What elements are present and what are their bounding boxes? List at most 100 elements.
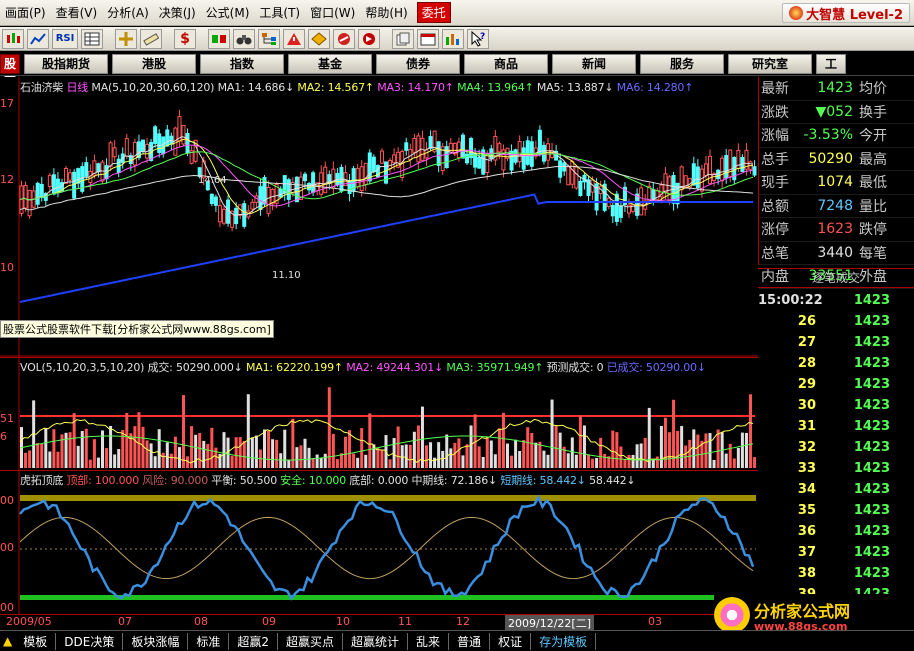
menu-item-decision[interactable]: 决策(J) — [154, 4, 201, 21]
tab-more[interactable]: 工 — [816, 53, 846, 74]
rsi-icon[interactable]: RSI — [52, 28, 78, 49]
volume-bar — [291, 418, 295, 468]
candle-body — [157, 133, 162, 153]
candle-body — [720, 157, 725, 182]
candle-body — [566, 166, 571, 186]
volume-bar — [275, 439, 279, 468]
copy-icon[interactable] — [392, 28, 414, 49]
menu-item-analysis[interactable]: 分析(A) — [102, 4, 154, 21]
vol-value: 已成交: 50290.00↓ — [606, 361, 706, 374]
volume-bar — [267, 430, 271, 468]
menu-item-help[interactable]: 帮助(H) — [360, 4, 412, 21]
quote-label: 量比 — [859, 198, 887, 215]
template-tab[interactable]: 权证 — [490, 632, 532, 650]
tab-index-futures[interactable]: 股指期货 — [24, 53, 108, 74]
candle-body — [695, 166, 700, 189]
tick-row: 34 1423 — [758, 479, 914, 500]
price-chart-pane[interactable]: 石油济柴 日线 MA(5,10,20,30,60,120) MA1: 14.68… — [0, 77, 758, 357]
diamond-icon[interactable] — [308, 28, 330, 49]
candle-body — [51, 174, 56, 195]
ruler-icon[interactable] — [140, 28, 162, 49]
tab-funds[interactable]: 基金 — [288, 53, 372, 74]
toolbar: RSI $ ? — [0, 27, 914, 51]
tab-research[interactable]: 研究室 — [728, 53, 812, 74]
short-term-line — [19, 494, 755, 601]
menu-item-tools[interactable]: 工具(T) — [254, 4, 305, 21]
tab-services[interactable]: 服务 — [640, 53, 724, 74]
entrust-button[interactable]: 委托 — [416, 2, 451, 23]
volume-bar — [157, 429, 161, 468]
binocular-icon[interactable] — [233, 28, 255, 49]
table-icon[interactable] — [81, 28, 103, 49]
alert-icon[interactable] — [283, 28, 305, 49]
volume-chart-pane[interactable]: VOL(5,10,20,3,5,10,20) 成交: 50290.000↓ MA… — [0, 357, 758, 471]
volume-bar — [744, 432, 748, 468]
template-tab[interactable]: 模板 — [15, 632, 57, 650]
volume-bar — [161, 452, 165, 468]
candle-body — [562, 162, 567, 172]
quote-label: 今开 — [859, 128, 887, 145]
volume-bar — [582, 425, 586, 468]
template-tab[interactable]: 超赢2 — [229, 632, 278, 650]
volume-bar — [437, 442, 441, 468]
calendar-icon[interactable] — [417, 28, 439, 49]
volume-bar — [295, 447, 299, 468]
candle-body — [521, 147, 526, 170]
tick-price: 1423 — [853, 566, 890, 581]
chart-icon[interactable] — [27, 28, 49, 49]
menu-item-view[interactable]: 查看(V) — [51, 4, 103, 21]
volume-bar — [96, 457, 100, 468]
tab-hk-stocks[interactable]: 港股 — [112, 53, 196, 74]
candle-body — [412, 138, 417, 153]
template-tab[interactable]: 标准 — [188, 632, 230, 650]
stamp-icon[interactable] — [333, 28, 355, 49]
volume-bar — [368, 413, 372, 468]
date-axis: 2009/05 07 08 09 10 11 12 03 2009/12/22[… — [0, 614, 758, 631]
candle-body — [574, 166, 579, 189]
volume-bar — [279, 453, 283, 468]
candle-body — [404, 142, 409, 151]
volume-bar — [315, 454, 319, 468]
volume-bar — [518, 451, 522, 468]
template-tab[interactable]: 超赢买点 — [278, 632, 344, 650]
tab-news[interactable]: 新闻 — [552, 53, 636, 74]
quote-label: 涨幅 — [761, 128, 789, 145]
quote-value: 50290 — [808, 150, 853, 167]
template-tab[interactable]: DDE决策 — [56, 632, 124, 650]
candle-body — [558, 160, 563, 178]
volume-bar — [48, 451, 52, 468]
volume-bar — [177, 447, 181, 468]
dollar-icon[interactable]: $ — [174, 28, 196, 49]
volume-bar — [348, 430, 352, 468]
tab-commodities[interactable]: 商品 — [464, 53, 548, 74]
tab-stocks[interactable]: 股票 — [0, 53, 20, 89]
tab-index[interactable]: 指数 — [200, 53, 284, 74]
menu-item-window[interactable]: 窗口(W) — [305, 4, 360, 21]
indicator-chart-pane[interactable]: 虎拓顶底 顶部: 100.000 风险: 90.000 平衡: 50.500 安… — [0, 470, 758, 615]
tick-row: 32 1423 — [758, 437, 914, 458]
tab-bonds[interactable]: 债券 — [376, 53, 460, 74]
menu-item-picture[interactable]: 画面(P) — [0, 4, 51, 21]
template-tab[interactable]: 超赢统计 — [343, 632, 409, 650]
kline-icon[interactable] — [2, 28, 24, 49]
template-tab[interactable]: 存为模板 — [531, 632, 597, 650]
volume-bar — [712, 459, 716, 468]
compare-icon[interactable] — [208, 28, 230, 49]
help-pointer-icon[interactable]: ? — [467, 28, 489, 49]
candle-body — [428, 136, 433, 149]
quote-label: 总笔 — [761, 245, 789, 262]
candle-body — [355, 168, 360, 188]
volume-bar — [501, 412, 505, 468]
volume-bar — [659, 425, 663, 468]
candle-body — [23, 184, 28, 209]
template-tab[interactable]: 普通 — [449, 632, 491, 650]
template-tab[interactable]: 乱来 — [408, 632, 450, 650]
bars-icon[interactable] — [442, 28, 464, 49]
template-tab[interactable]: 板块涨幅 — [123, 632, 189, 650]
move-icon[interactable] — [115, 28, 137, 49]
menu-item-formula[interactable]: 公式(M) — [201, 4, 255, 21]
tree-icon[interactable] — [258, 28, 280, 49]
flag-icon[interactable] — [358, 28, 380, 49]
indicator-value: 底部: 0.000 — [349, 474, 412, 487]
volume-bar — [676, 430, 680, 468]
